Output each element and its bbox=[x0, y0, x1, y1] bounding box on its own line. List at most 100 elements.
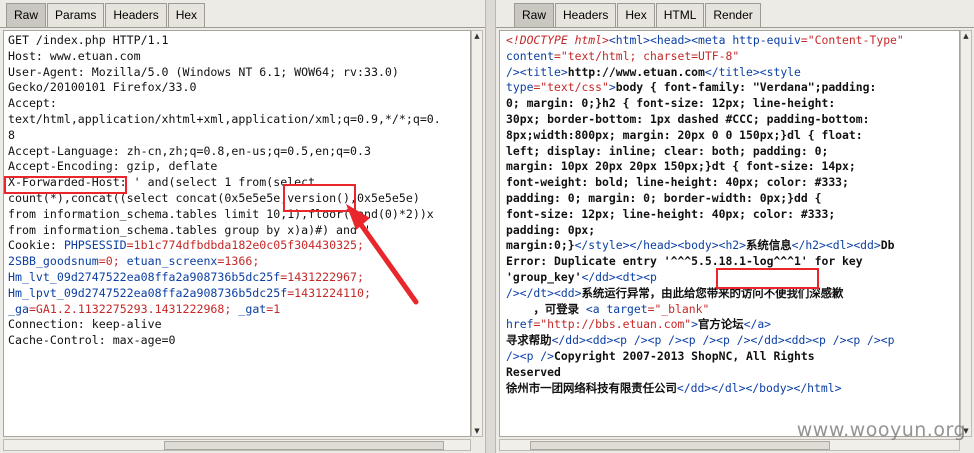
text-line: 30px; border-bottom: 1px dashed #CCC; pa… bbox=[506, 112, 904, 128]
scroll-down-icon[interactable]: ▼ bbox=[472, 426, 482, 436]
text-token: etuan_screenx bbox=[126, 254, 218, 269]
text-token: </h2><dl><dd> bbox=[791, 238, 881, 253]
text-token: 30px; border-bottom: 1px dashed #CCC; pa… bbox=[506, 111, 870, 126]
text-token: ="text/css" bbox=[533, 80, 609, 95]
text-token: target bbox=[606, 301, 648, 316]
text-token: from information_schema.tables limit 10,… bbox=[8, 206, 434, 221]
response-scroll-thumb[interactable] bbox=[530, 441, 830, 450]
text-token: _ga bbox=[8, 301, 29, 316]
text-line: Error: Duplicate entry '^^^5.5.18.1-log^… bbox=[506, 254, 904, 270]
text-token: 2SBB_goodsnum bbox=[8, 254, 99, 269]
text-line: from information_schema.tables group by … bbox=[8, 223, 441, 239]
text-token: User-Agent: Mozilla/5.0 (Windows NT 6.1;… bbox=[8, 64, 399, 79]
text-token: =1 bbox=[266, 301, 281, 316]
text-token: "text/html; charset=UTF-8" bbox=[560, 48, 740, 63]
text-line: Hm_lpvt_09d2747522ea08ffa2a908736b5dc25f… bbox=[8, 286, 441, 302]
response-tab-raw[interactable]: Raw bbox=[514, 3, 555, 27]
text-token: 系统信息 bbox=[746, 238, 792, 253]
response-panel: Raw Headers Hex HTML Render <!DOCTYPE html><… bbox=[496, 0, 974, 453]
text-token: <a bbox=[585, 301, 607, 316]
text-token: /></dt><dd> bbox=[506, 285, 582, 300]
text-line: from information_schema.tables limit 10,… bbox=[8, 207, 441, 223]
text-token: Db bbox=[880, 238, 895, 253]
text-line: GET /index.php HTTP/1.1 bbox=[8, 33, 441, 49]
text-token: 0; margin: 0;}h2 { font-size: 12px; line… bbox=[506, 96, 836, 111]
text-line: Gecko/20100101 Firefox/33.0 bbox=[8, 80, 441, 96]
text-token: ，可登录 bbox=[506, 301, 586, 316]
request-tab-params[interactable]: Params bbox=[47, 3, 105, 27]
text-token: = bbox=[126, 238, 134, 253]
scroll-up-icon[interactable]: ▲ bbox=[472, 31, 482, 41]
text-token: Accept: bbox=[8, 96, 57, 111]
text-token: </a> bbox=[743, 317, 772, 332]
text-line: 8 bbox=[8, 128, 441, 144]
text-token: </dd></dl></body></html> bbox=[676, 380, 842, 395]
text-token: 寻求帮助 bbox=[506, 333, 552, 348]
text-token: =0; bbox=[98, 254, 127, 269]
text-token: font-weight: bold; line-height: 40px; co… bbox=[506, 175, 849, 190]
request-editor[interactable]: GET /index.php HTTP/1.1 Host: www.etuan.c… bbox=[3, 30, 471, 437]
text-token: </title><style bbox=[704, 64, 801, 79]
text-token: Cookie: bbox=[8, 238, 64, 253]
response-vertical-scrollbar[interactable]: ▲ ▼ bbox=[960, 30, 972, 437]
text-token: 'group_key' bbox=[506, 269, 582, 284]
request-panel: Raw Params Headers Hex GET /index.php HTTP/… bbox=[0, 0, 485, 453]
request-horizontal-scrollbar[interactable] bbox=[3, 439, 471, 451]
text-line: ，可登录 <a target="_blank" bbox=[506, 302, 904, 318]
response-text[interactable]: <!DOCTYPE html><html><head><meta http-eq… bbox=[506, 33, 904, 396]
text-token: Hm_lpvt_09d2747522ea08ffa2a908736b5dc25f bbox=[8, 285, 288, 300]
request-scroll-thumb[interactable] bbox=[164, 441, 444, 450]
text-token: Cache-Control: max-age=0 bbox=[8, 333, 176, 348]
text-token: =1431224110; bbox=[287, 285, 371, 300]
text-token: PHPSESSID bbox=[63, 238, 127, 253]
text-token: Reserved bbox=[506, 364, 561, 379]
text-token: type bbox=[506, 80, 534, 95]
text-line: /><p />Copyright 2007-2013 ShopNC, All R… bbox=[506, 349, 904, 365]
text-line: font-size: 12px; line-height: 40px; colo… bbox=[506, 207, 904, 223]
text-token: Hm_lvt_09d2747522ea08ffa2a908736b5dc25f bbox=[8, 269, 281, 284]
response-tab-headers[interactable]: Headers bbox=[555, 3, 617, 27]
text-line: Cookie: PHPSESSID=1b1c774dfbdbda182e0c05… bbox=[8, 238, 441, 254]
request-tabs: Raw Params Headers Hex bbox=[6, 3, 206, 27]
text-line: margin: 10px 20px 20px 150px;}dt { font-… bbox=[506, 159, 904, 175]
tab-underline bbox=[0, 27, 485, 28]
request-tab-headers[interactable]: Headers bbox=[105, 3, 167, 27]
text-token: > bbox=[691, 317, 699, 332]
text-token: =1366; bbox=[217, 254, 260, 269]
text-line: Reserved bbox=[506, 365, 904, 381]
text-line: 8px;width:800px; margin: 20px 0 0 150px;… bbox=[506, 128, 904, 144]
text-token: GET /index.php HTTP/1.1 bbox=[8, 33, 169, 47]
text-token: 徐州市一团网络科技有限责任公司 bbox=[506, 380, 677, 395]
text-line: Hm_lvt_09d2747522ea08ffa2a908736b5dc25f=… bbox=[8, 270, 441, 286]
highlight-box-header bbox=[4, 176, 127, 194]
text-token: Host: www.etuan.com bbox=[8, 48, 141, 63]
text-line: <!DOCTYPE html><html><head><meta http-eq… bbox=[506, 33, 904, 49]
text-line: Cache-Control: max-age=0 bbox=[8, 333, 441, 349]
watermark: www.wooyun.org bbox=[796, 419, 966, 441]
response-tab-html[interactable]: HTML bbox=[655, 3, 705, 27]
text-line: User-Agent: Mozilla/5.0 (Windows NT 6.1;… bbox=[8, 65, 441, 81]
request-tab-hex[interactable]: Hex bbox=[167, 3, 206, 27]
text-token: <html><head><meta bbox=[608, 33, 733, 47]
text-token: 8 bbox=[8, 127, 15, 142]
text-token: padding: 0px; bbox=[506, 222, 596, 237]
text-line: _ga=GA1.2.1132275293.1431222968; _gat=1 bbox=[8, 302, 441, 318]
text-token: text/html,application/xhtml+xml,applicat… bbox=[8, 111, 441, 126]
text-token: Accept-Encoding: gzip, deflate bbox=[8, 159, 218, 174]
scroll-up-icon[interactable]: ▲ bbox=[961, 31, 971, 41]
response-tab-hex[interactable]: Hex bbox=[617, 3, 655, 27]
text-line: padding: 0; margin: 0; border-width: 0px… bbox=[506, 191, 904, 207]
text-token: Gecko/20100101 Firefox/33.0 bbox=[8, 80, 197, 95]
request-vertical-scrollbar[interactable]: ▲ ▼ bbox=[471, 30, 483, 437]
text-line: 'group_key'</dd><dt><p bbox=[506, 270, 904, 286]
text-token: = bbox=[800, 33, 808, 47]
response-editor[interactable]: <!DOCTYPE html><html><head><meta http-eq… bbox=[499, 30, 960, 437]
request-tab-raw[interactable]: Raw bbox=[6, 3, 47, 27]
response-tab-render[interactable]: Render bbox=[705, 3, 761, 27]
highlight-box-version bbox=[283, 184, 356, 212]
text-token: Accept-Language: zh-cn,zh;q=0.8,en-us;q=… bbox=[8, 143, 371, 158]
split-divider[interactable] bbox=[485, 0, 496, 453]
text-token: = bbox=[554, 48, 561, 63]
response-tabs: Raw Headers Hex HTML Render bbox=[514, 3, 762, 27]
text-line: Accept-Language: zh-cn,zh;q=0.8,en-us;q=… bbox=[8, 144, 441, 160]
